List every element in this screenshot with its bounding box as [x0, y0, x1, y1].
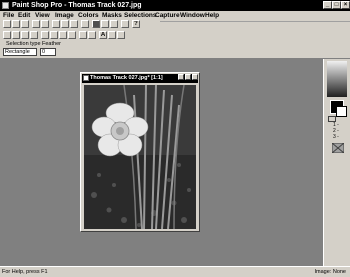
tool-palette-icon[interactable] — [121, 20, 129, 28]
selection-icon[interactable] — [21, 31, 29, 39]
deformation-icon[interactable] — [12, 31, 20, 39]
style-box-icon[interactable] — [332, 143, 344, 153]
document-icon — [83, 75, 89, 81]
photo-canvas[interactable] — [84, 85, 196, 229]
open-icon[interactable] — [12, 20, 20, 28]
copy-icon[interactable] — [61, 20, 69, 28]
color-palette: 1 - 2 - 3 - — [323, 59, 350, 266]
eraser-icon[interactable] — [68, 31, 76, 39]
feather-label: Feather — [42, 41, 61, 47]
full-screen-icon[interactable] — [92, 20, 100, 28]
image-window[interactable]: Thomas Track 027.jpg* [1:1] — [80, 72, 200, 232]
preset-shape-icon[interactable] — [117, 31, 125, 39]
status-image-info: Image: None — [314, 269, 347, 275]
retouch-icon[interactable] — [59, 31, 67, 39]
zoom-icon[interactable] — [81, 20, 89, 28]
paintbrush-icon[interactable] — [41, 31, 49, 39]
color-picker-swatch[interactable] — [327, 61, 347, 97]
histogram-icon[interactable] — [110, 20, 118, 28]
flood-fill-icon[interactable] — [88, 31, 96, 39]
standard-toolbar: ? — [0, 19, 160, 30]
print-icon[interactable] — [32, 20, 40, 28]
layers-icon[interactable] — [101, 20, 109, 28]
text-icon[interactable]: A — [99, 31, 107, 39]
close-button[interactable]: × — [341, 1, 350, 9]
feather-input[interactable]: 0 — [40, 48, 56, 56]
paste-icon[interactable] — [70, 20, 78, 28]
title-bar: Paint Shop Pro - Thomas Track 027.jpg _ … — [0, 0, 350, 11]
maximize-button[interactable]: □ — [332, 1, 341, 9]
clone-icon[interactable] — [50, 31, 58, 39]
daffodil-photo — [84, 85, 196, 229]
status-help-text: For Help, press F1 — [2, 269, 48, 275]
tools-toolbar: A — [0, 30, 160, 41]
cut-icon[interactable] — [52, 20, 60, 28]
undo-icon[interactable] — [41, 20, 49, 28]
palette-value-3: 3 - — [333, 134, 339, 140]
image-maximize-button[interactable] — [185, 74, 191, 80]
selection-type-label: Selection type — [6, 41, 41, 47]
new-icon[interactable] — [3, 20, 11, 28]
image-close-button[interactable] — [192, 74, 198, 80]
selection-type-select[interactable]: Rectangle — [3, 48, 37, 56]
picture-tube-icon[interactable] — [79, 31, 87, 39]
background-color-swatch[interactable] — [336, 106, 347, 117]
minimize-button[interactable]: _ — [323, 1, 332, 9]
app-icon — [2, 2, 9, 9]
window-title: Paint Shop Pro - Thomas Track 027.jpg — [12, 2, 142, 9]
zoom-tool-icon[interactable] — [3, 31, 11, 39]
status-bar: For Help, press F1 Image: None — [0, 266, 350, 277]
help-icon[interactable]: ? — [132, 20, 140, 28]
menu-window[interactable]: Window — [180, 11, 205, 21]
menu-help[interactable]: Help — [205, 11, 219, 21]
save-icon[interactable] — [21, 20, 29, 28]
move-icon[interactable] — [30, 31, 38, 39]
image-minimize-button[interactable] — [178, 74, 184, 80]
image-window-title: Thomas Track 027.jpg* [1:1] — [90, 75, 163, 81]
tool-options-bar: Selection type Rectangle Feather 0 — [0, 41, 350, 59]
draw-icon[interactable] — [108, 31, 116, 39]
